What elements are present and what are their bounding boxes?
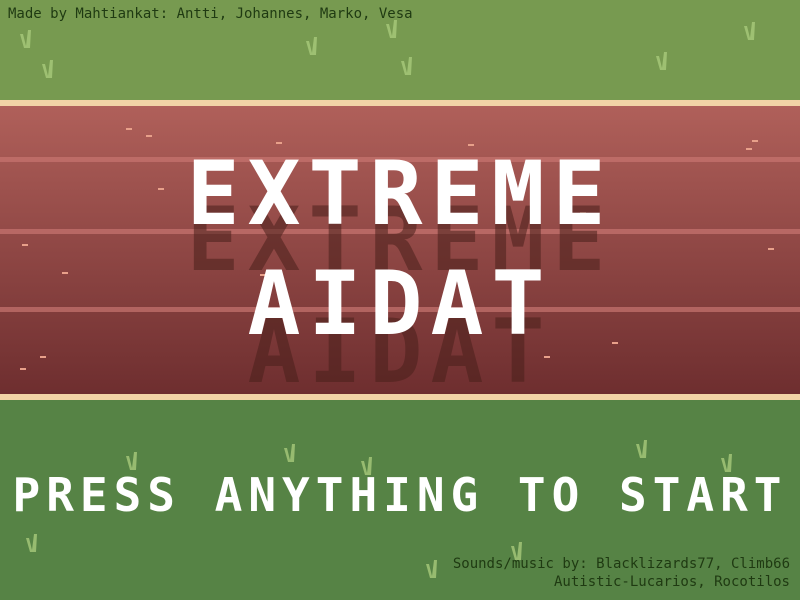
credits-bottom-line1: Sounds/music by: Blacklizards77, Climb66 <box>452 556 790 572</box>
title-line2: AIDAT <box>247 252 553 355</box>
press-to-start-prompt[interactable]: PRESS ANYTHING TO START <box>0 470 800 520</box>
track-speck <box>126 128 132 130</box>
track-border-top <box>0 100 800 106</box>
credits-bottom-line2: Autistic-Lucarios, Rocotilos <box>553 574 790 590</box>
title-line1: EXTREME <box>186 142 614 245</box>
credits-top: Made by Mahtiankat: Antti, Johannes, Mar… <box>8 6 413 22</box>
track-speck <box>146 135 152 137</box>
credits-bottom: Sounds/music by: Blacklizards77, Climb66… <box>453 555 790 591</box>
track-speck <box>752 140 758 142</box>
